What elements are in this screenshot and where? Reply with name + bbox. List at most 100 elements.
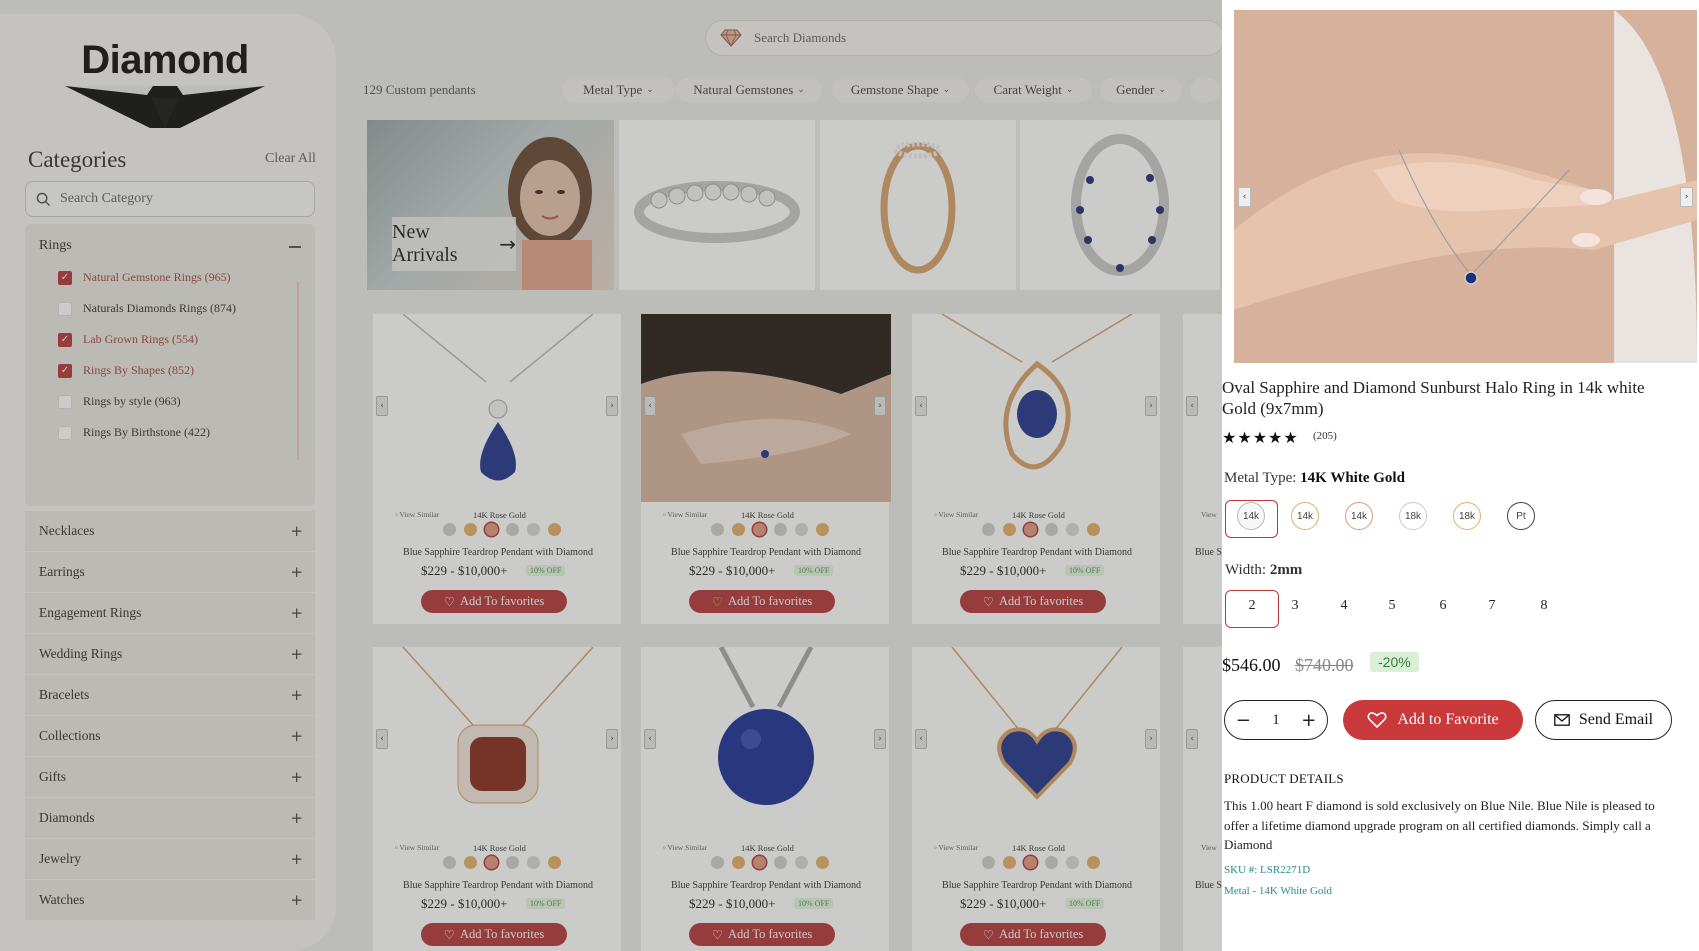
diamond-search[interactable]: [705, 20, 1225, 56]
minus-icon[interactable]: −: [1236, 710, 1251, 731]
view-similar-link[interactable]: View: [1201, 843, 1217, 852]
add-to-favorite-button[interactable]: Add to Favorite: [1343, 700, 1523, 740]
chevron-right-icon[interactable]: ›: [874, 396, 886, 416]
metal-swatch[interactable]: [816, 523, 829, 536]
filter-natural-gemstones[interactable]: Natural Gemstones ⌄: [676, 78, 822, 102]
metal-swatch[interactable]: [485, 856, 498, 869]
view-similar-link[interactable]: ▫ View Similar: [934, 843, 978, 852]
chevron-left-icon[interactable]: ‹: [376, 729, 388, 749]
category-necklaces[interactable]: Necklaces +: [25, 511, 315, 551]
add-to-favorites-button[interactable]: ♡ Add To favorites: [960, 923, 1106, 946]
metal-swatch[interactable]: [795, 523, 808, 536]
metal-swatch[interactable]: [1003, 523, 1016, 536]
chevron-right-icon[interactable]: ›: [606, 729, 618, 749]
clear-all-link[interactable]: Clear All: [265, 151, 316, 167]
width-option[interactable]: 7: [1482, 598, 1502, 614]
metal-swatch[interactable]: [982, 856, 995, 869]
metal-swatch[interactable]: [464, 856, 477, 869]
send-email-button[interactable]: Send Email: [1535, 700, 1672, 740]
view-similar-link[interactable]: ▫ View Similar: [663, 510, 707, 519]
chevron-right-icon[interactable]: ›: [1680, 187, 1693, 207]
metal-swatch[interactable]: [443, 523, 456, 536]
metal-swatch[interactable]: [982, 523, 995, 536]
metal-swatch[interactable]: [753, 856, 766, 869]
chevron-left-icon[interactable]: ‹: [1186, 729, 1198, 749]
category-jewelry[interactable]: Jewelry +: [25, 839, 315, 879]
add-to-favorites-button[interactable]: ♡ Add To favorites: [960, 590, 1106, 613]
width-option[interactable]: 4: [1334, 598, 1354, 614]
width-option[interactable]: 2: [1242, 598, 1262, 614]
category-gifts[interactable]: Gifts +: [25, 757, 315, 797]
ring-thumbnail[interactable]: [1020, 120, 1220, 290]
filter-gemstone-shape[interactable]: Gemstone Shape ⌄: [832, 78, 969, 102]
ring-thumbnail[interactable]: [820, 120, 1016, 290]
metal-swatch[interactable]: [816, 856, 829, 869]
metal-option-platinum[interactable]: Pt: [1507, 502, 1535, 530]
metal-swatch[interactable]: [527, 856, 540, 869]
new-arrivals-label[interactable]: New Arrivals →: [392, 217, 516, 271]
product-card[interactable]: ‹ › ▫ View Similar 14K Rose Gold Blue Sapphi…: [640, 646, 890, 951]
add-to-favorites-button[interactable]: ♡ Add To favorites: [421, 923, 567, 946]
chevron-right-icon[interactable]: ›: [874, 729, 886, 749]
metal-swatch[interactable]: [1024, 856, 1037, 869]
filter-metal-type[interactable]: Metal Type ⌄: [562, 78, 675, 102]
metal-swatch[interactable]: [1045, 523, 1058, 536]
checkbox[interactable]: [58, 394, 72, 409]
metal-swatch[interactable]: [753, 523, 766, 536]
filter-carat-weight[interactable]: Carat Weight ⌄: [975, 78, 1092, 102]
plus-icon[interactable]: +: [1301, 710, 1316, 731]
width-option[interactable]: 8: [1534, 598, 1554, 614]
product-card[interactable]: ‹ › ▫ View Similar 14K Rose Gold Blue Sapphi…: [640, 313, 891, 625]
metal-swatch[interactable]: [1087, 523, 1100, 536]
metal-option-14k-rose[interactable]: 14k: [1345, 502, 1373, 530]
product-card[interactable]: ‹ › ▫ View Similar 14K Rose Gold Blue Sapphi…: [372, 313, 622, 625]
metal-swatch[interactable]: [506, 856, 519, 869]
product-card[interactable]: ‹ › ▫ View Similar 14K Rose Gold Blue Sapphi…: [911, 313, 1161, 625]
filter-gender[interactable]: Gender ⌄: [1100, 78, 1182, 102]
ring-filter-by-style[interactable]: Rings by style (963): [58, 394, 181, 409]
metal-swatch[interactable]: [1087, 856, 1100, 869]
product-card[interactable]: ‹ › ▫ View Similar 14K Rose Gold Blue Sapphi…: [911, 646, 1161, 951]
metal-swatch[interactable]: [711, 856, 724, 869]
chevron-left-icon[interactable]: ‹: [1186, 396, 1198, 416]
view-similar-link[interactable]: ▫ View Similar: [934, 510, 978, 519]
chevron-right-icon[interactable]: ›: [606, 396, 618, 416]
chevron-right-icon[interactable]: ›: [1145, 729, 1157, 749]
metal-swatch[interactable]: [774, 523, 787, 536]
metal-swatch[interactable]: [1003, 856, 1016, 869]
width-option[interactable]: 5: [1382, 598, 1402, 614]
metal-swatch[interactable]: [443, 856, 456, 869]
metal-swatch[interactable]: [548, 523, 561, 536]
chevron-left-icon[interactable]: ‹: [644, 396, 656, 416]
metal-option-18k-yellow[interactable]: 18k: [1453, 502, 1481, 530]
view-similar-link[interactable]: ▫ View Similar: [395, 510, 439, 519]
product-card[interactable]: ‹ › ▫ View Similar 14K Rose Gold Blue Sapphi…: [372, 646, 622, 951]
ring-filter-natural-gemstone[interactable]: Natural Gemstone Rings (965): [58, 270, 231, 285]
ring-filter-naturals-diamonds[interactable]: Naturals Diamonds Rings (874): [58, 301, 236, 316]
checkbox[interactable]: [58, 332, 72, 347]
view-similar-link[interactable]: View: [1201, 510, 1217, 519]
metal-swatch[interactable]: [506, 523, 519, 536]
metal-swatch[interactable]: [485, 523, 498, 536]
metal-swatch[interactable]: [1045, 856, 1058, 869]
ring-filter-lab-grown[interactable]: Lab Grown Rings (554): [58, 332, 198, 347]
diamond-search-input[interactable]: [754, 30, 1174, 46]
category-search[interactable]: [25, 181, 315, 217]
metal-swatch[interactable]: [527, 523, 540, 536]
chevron-left-icon[interactable]: ‹: [915, 396, 927, 416]
quantity-value[interactable]: 1: [1272, 712, 1280, 729]
new-arrivals-banner[interactable]: New Arrivals →: [367, 120, 614, 290]
metal-swatch[interactable]: [548, 856, 561, 869]
metal-swatch[interactable]: [1024, 523, 1037, 536]
metal-option-14k-yellow[interactable]: 14k: [1291, 502, 1319, 530]
ring-filter-by-birthstone[interactable]: Rings By Birthstone (422): [58, 425, 210, 440]
category-diamonds[interactable]: Diamonds +: [25, 798, 315, 838]
view-similar-link[interactable]: ▫ View Similar: [663, 843, 707, 852]
metal-swatch[interactable]: [1066, 856, 1079, 869]
category-bracelets[interactable]: Bracelets +: [25, 675, 315, 715]
metal-swatch[interactable]: [464, 523, 477, 536]
rings-scrollbar[interactable]: [297, 282, 299, 460]
category-engagement-rings[interactable]: Engagement Rings +: [25, 593, 315, 633]
chevron-left-icon[interactable]: ‹: [644, 729, 656, 749]
metal-swatch[interactable]: [732, 523, 745, 536]
